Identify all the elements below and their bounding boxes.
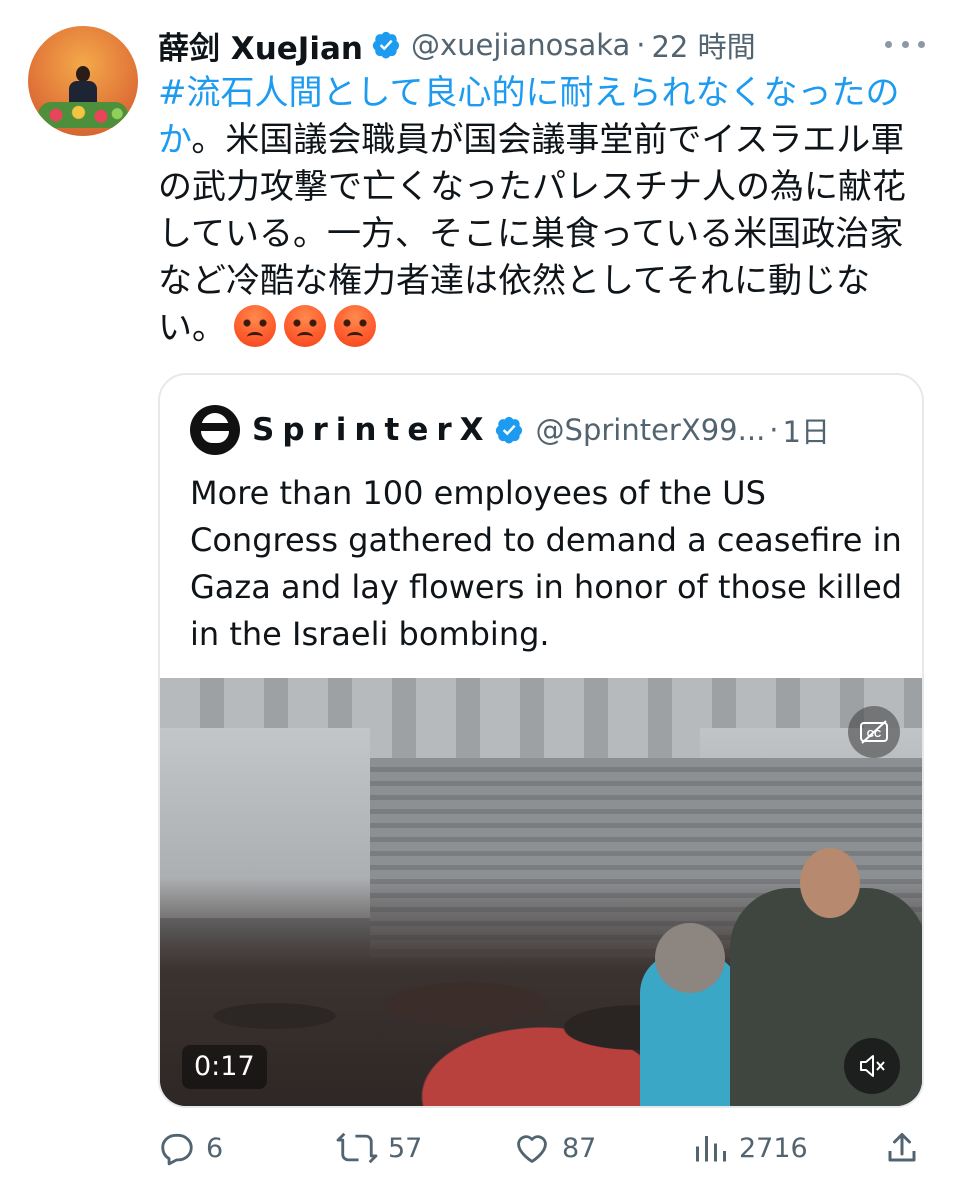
views-count: 2716 <box>739 1132 808 1164</box>
like-button[interactable]: 87 <box>512 1120 596 1176</box>
captions-off-icon[interactable]: CC <box>848 706 900 758</box>
more-options-icon[interactable] <box>885 32 925 56</box>
quoted-tweet-text: More than 100 employees of the US Congre… <box>190 474 903 653</box>
reply-icon <box>161 1133 193 1166</box>
quoted-tweet-header: SprinterX @SprinterX99... · 1日 <box>190 403 830 457</box>
angry-face-icon <box>284 305 326 347</box>
views-button[interactable]: 2716 <box>693 1120 808 1176</box>
video-duration: 0:17 <box>182 1045 267 1089</box>
author-avatar[interactable] <box>28 26 138 136</box>
avatar-flowers <box>38 102 128 128</box>
verified-badge-icon[interactable] <box>371 30 401 60</box>
muted-speaker-icon[interactable] <box>844 1038 900 1094</box>
share-icon <box>888 1133 916 1162</box>
retweet-icon <box>336 1132 378 1164</box>
verified-badge-icon[interactable] <box>494 415 524 445</box>
quoted-author-avatar[interactable] <box>190 405 240 455</box>
reply-count: 6 <box>206 1132 224 1164</box>
tweet-header: 薛剑 XueJian @xuejianosaka · 22 時間 <box>158 22 756 68</box>
action-bar: 6 57 87 2716 <box>158 1120 924 1176</box>
tweet-text: #流石人間として良心的に耐えられなくなったのか。米国議会職員が国会議事堂前でイス… <box>158 70 918 352</box>
tweet: 薛剑 XueJian @xuejianosaka · 22 時間 #流石人間とし… <box>0 0 953 1200</box>
video-person <box>640 923 740 1106</box>
author-handle[interactable]: @xuejianosaka <box>411 28 630 62</box>
angry-face-icon <box>234 305 276 347</box>
quoted-author-name[interactable]: SprinterX <box>252 412 492 448</box>
quoted-tweet[interactable]: SprinterX @SprinterX99... · 1日 More than… <box>158 373 924 1108</box>
tweet-time[interactable]: 22 時間 <box>651 24 755 66</box>
video-player[interactable]: CC 0:17 <box>160 678 922 1106</box>
share-button[interactable] <box>884 1120 920 1176</box>
retweet-count: 57 <box>388 1132 423 1164</box>
reply-button[interactable]: 6 <box>158 1120 223 1176</box>
author-name[interactable]: 薛剑 XueJian <box>158 23 363 68</box>
like-count: 87 <box>562 1132 597 1164</box>
quoted-tweet-time[interactable]: 1日 <box>783 409 830 451</box>
quoted-author-handle[interactable]: @SprinterX99... <box>536 413 766 447</box>
views-bar-chart-icon <box>696 1136 726 1162</box>
retweet-button[interactable]: 57 <box>336 1120 422 1176</box>
angry-face-icon <box>334 305 376 347</box>
heart-icon <box>517 1135 547 1163</box>
quoted-separator: · <box>769 413 779 447</box>
header-separator: · <box>636 28 646 62</box>
